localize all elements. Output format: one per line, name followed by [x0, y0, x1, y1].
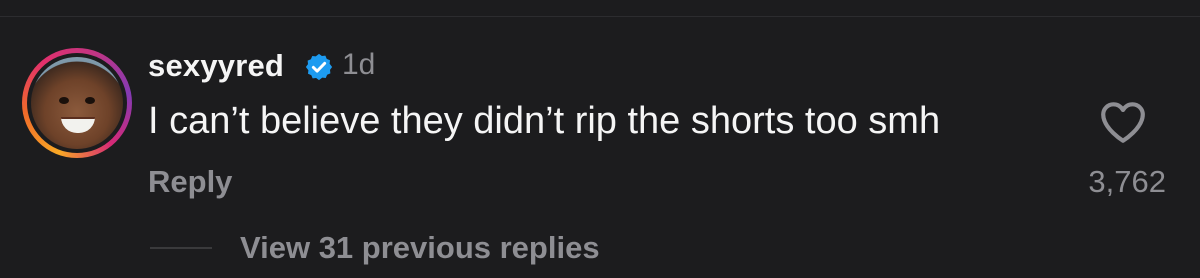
- avatar-eye-right: [85, 97, 95, 104]
- avatar-eye-left: [59, 97, 69, 104]
- replies-divider-line: [150, 247, 212, 249]
- view-previous-replies-button[interactable]: View 31 previous replies: [240, 230, 600, 266]
- like-count: 3,762: [1088, 164, 1166, 199]
- username-link[interactable]: sexyyred: [148, 48, 284, 84]
- avatar-smile: [61, 117, 95, 133]
- comment-item: sexyyred 1d I can’t believe they didn’t …: [0, 0, 1200, 278]
- comment-text: I can’t believe they didn’t rip the shor…: [148, 100, 941, 142]
- comment-timestamp: 1d: [342, 48, 376, 81]
- avatar[interactable]: [22, 48, 132, 158]
- top-divider: [0, 16, 1200, 17]
- avatar-photo: [31, 57, 123, 149]
- heart-outline-icon[interactable]: [1098, 98, 1148, 144]
- verified-badge-icon: [305, 53, 333, 81]
- reply-button[interactable]: Reply: [148, 164, 232, 200]
